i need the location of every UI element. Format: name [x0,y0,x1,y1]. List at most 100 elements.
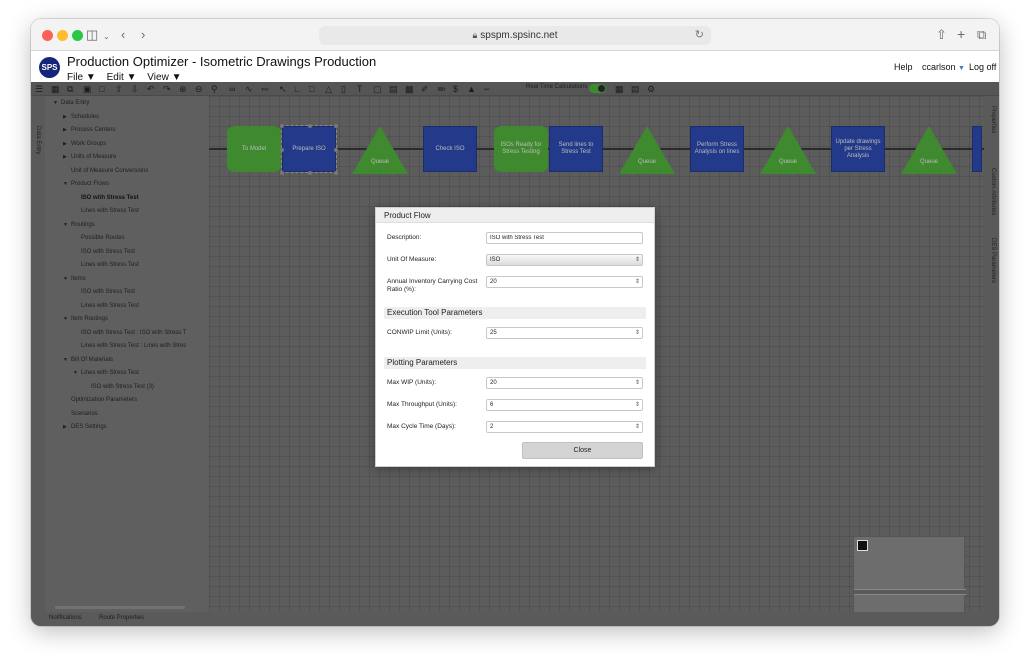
address-bar[interactable]: 🔒︎ spspm.spsinc.net ↻ [319,26,711,45]
properties-tab[interactable]: Properties [990,106,996,133]
tree-item[interactable]: Lines with Stress Test [73,302,139,310]
tree-item[interactable]: ▼ Item Routings [63,315,108,323]
queue-node[interactable]: Queue [760,126,816,174]
expanded-caret-icon[interactable]: ▼ [63,221,71,229]
tree-item[interactable]: ▶ Units of Measure [63,153,116,161]
table-icon[interactable]: ▦ [615,83,624,95]
triangle-tool-icon[interactable]: △ [325,83,332,95]
tree-item[interactable]: Lines with Stress Test : Lines with Stre… [73,342,186,350]
tree-item[interactable]: ▶ Process Centers [63,126,115,134]
queue-node[interactable]: Queue [901,126,957,174]
collapsed-caret-icon[interactable]: ▶ [63,113,71,121]
selection-handle[interactable] [280,124,284,128]
tree-item[interactable]: Lines with Stress Test [73,261,139,269]
custom-attributes-tab[interactable]: Custom Attributes [990,168,996,215]
rectangle-tool-icon[interactable]: □ [309,83,314,95]
help-link[interactable]: Help [894,62,913,72]
pointer-icon[interactable]: ↖ [279,83,287,95]
stepper-icon[interactable]: ⇕ [635,400,640,410]
process-node[interactable]: Send lines to Stress Test [549,126,603,172]
tree-item[interactable]: ▼ Data Entry [53,99,89,107]
tree-item[interactable]: ▼ Items [63,275,86,283]
tree-item[interactable]: ISO with Stress Test [73,194,139,202]
document-icon[interactable]: ▤ [389,83,398,95]
tab-overview-icon[interactable]: ⧉ [977,27,986,43]
expanded-caret-icon[interactable]: ▼ [73,369,81,377]
redo-icon[interactable]: ↷ [163,83,171,95]
expanded-caret-icon[interactable]: ▼ [63,315,71,323]
process-node[interactable]: Perform Stress Analysis on lines [690,126,744,172]
collapsed-caret-icon[interactable]: ▶ [63,153,71,161]
zoom-out-icon[interactable]: ⊖ [195,83,203,95]
selection-handle[interactable] [308,124,312,128]
connector-icon[interactable]: ∿ [245,83,253,95]
expanded-caret-icon[interactable]: ▼ [63,180,71,188]
zoom-in-icon[interactable]: ⊕ [179,83,187,95]
tree-scrollbar[interactable] [55,606,185,609]
zoom-fit-icon[interactable]: ⚲ [211,83,218,95]
image-icon[interactable]: ▩ [405,83,414,95]
selection-handle[interactable] [334,171,338,175]
import-icon[interactable]: ⇩ [131,83,139,95]
tree-item[interactable]: Lines with Stress Test [73,207,139,215]
tree-item[interactable]: ISO with Stress Test [73,248,135,256]
export-icon[interactable]: ⇧ [115,83,123,95]
stepper-icon[interactable]: ⇕ [635,277,640,287]
queue-node[interactable]: Queue [619,126,675,174]
back-icon[interactable]: ‹ [121,27,125,43]
queue-node[interactable]: Queue [352,126,408,174]
carrying-cost-field[interactable]: 20 ⇕ [486,276,643,288]
tree-item[interactable]: ▶ Schedules [63,113,99,121]
chart-icon[interactable]: ≕ [437,83,446,95]
des-parameters-tab[interactable]: DES Parameters [990,238,996,283]
tree-item[interactable]: ▼ Bill Of Materials [63,356,113,364]
inventory-node[interactable]: ISOs Ready for Stress Testing [494,126,548,172]
curve-icon[interactable]: ∾ [261,83,269,95]
frame-tool-icon[interactable]: ▢ [373,83,382,95]
notifications-tab[interactable]: Notifications [49,615,82,621]
text-tool-icon[interactable]: T [357,83,363,95]
sidebar-toggle-icon[interactable]: ◫ [86,27,98,43]
tree-item[interactable]: ▼ Routings [63,221,95,229]
reload-icon[interactable]: ↻ [695,26,704,45]
minimize-window-button[interactable] [57,30,68,41]
inventory-node[interactable]: To Model [227,126,281,172]
share-icon[interactable]: ⇧ [936,27,947,43]
realtime-toggle[interactable] [589,84,606,93]
tree-item[interactable]: ISO with Stress Test (3) [83,383,154,391]
user-menu[interactable]: ccarlson ▼ [922,62,965,72]
collapsed-caret-icon[interactable]: ▶ [63,423,71,431]
close-button[interactable]: Close [522,442,643,459]
tree-item[interactable]: Unit of Measure Conversions [63,167,148,175]
selection-handle[interactable] [308,171,312,175]
tree-item[interactable]: ISO with Stress Test [73,288,135,296]
description-field[interactable] [486,232,643,244]
data-entry-tab[interactable]: Data Entry [35,126,41,154]
close-window-button[interactable] [42,30,53,41]
tree-item[interactable]: ISO with Stress Test : ISO with Stress T [73,329,186,337]
tree-item[interactable]: Scenarios [63,410,98,418]
minimap-toggle-icon[interactable] [857,540,868,551]
stepper-icon[interactable]: ⇕ [635,328,640,338]
left-side-tab[interactable]: Data Entry [31,96,45,612]
logout-link[interactable]: Log off [969,62,996,72]
zoom-window-button[interactable] [72,30,83,41]
stepper-icon[interactable]: ⇕ [635,378,640,388]
cylinder-tool-icon[interactable]: ▯ [341,83,346,95]
selection-handle[interactable] [334,148,338,152]
tree-item[interactable]: ▼ Product Flows [63,180,109,188]
save-icon[interactable]: ▦ [51,83,60,95]
max-throughput-field[interactable]: 6 ⇕ [486,399,643,411]
process-node[interactable] [972,126,982,172]
undo-icon[interactable]: ↶ [147,83,155,95]
route-properties-tab[interactable]: Route Properties [99,615,144,621]
tree-item[interactable]: Optimization Parameters [63,396,137,404]
selection-handle[interactable] [334,124,338,128]
process-node[interactable]: Check ISO [423,126,477,172]
process-node[interactable]: Update drawings per Stress Analysis [831,126,885,172]
copy-icon[interactable]: ⧉ [67,83,73,95]
expanded-caret-icon[interactable]: ▼ [63,275,71,283]
new-tab-icon[interactable]: + [957,26,965,42]
gear-icon[interactable]: ⚙ [647,83,655,95]
dollar-icon[interactable]: $ [453,83,458,95]
